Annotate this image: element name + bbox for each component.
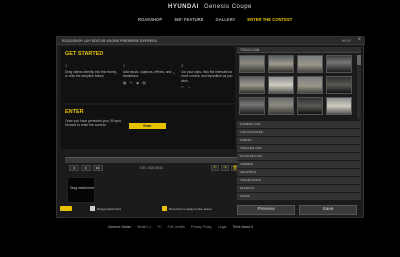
enter-button[interactable]: Enter	[129, 123, 166, 129]
media-tools-icon: ▦ ✎ ◆ ▤	[123, 80, 147, 85]
step-2: 2 Add music, captions, effects, and tran…	[123, 63, 177, 85]
step-text: Drag videos directly into this frame or …	[65, 70, 116, 79]
category-scenic[interactable]: SCENIC	[237, 136, 361, 144]
nav-roadshop[interactable]: ROADSHOP	[132, 17, 168, 22]
get-started-heading: GET STARTED	[65, 51, 104, 57]
category-camera-car[interactable]: CAMERA CAR	[237, 120, 361, 128]
step-1: 1 Drag videos directly into this frame o…	[65, 63, 119, 79]
toggle-switch[interactable]	[60, 206, 72, 211]
apply-all-checkbox[interactable]	[162, 206, 167, 211]
nav-enter-contest[interactable]: ENTER THE CONTEST	[241, 17, 298, 22]
product-checkbox-label: Drag product here	[97, 207, 122, 211]
editor-status-bar: Drag product here Drop here to apply to …	[60, 204, 260, 214]
footer-link[interactable]: TC	[157, 225, 162, 229]
clip-thumbnail[interactable]	[297, 76, 323, 94]
undo-icon[interactable]: ↶	[211, 165, 219, 171]
clip-thumbnail[interactable]	[326, 76, 352, 94]
hyundai-logo: HYUNDAI	[168, 4, 199, 10]
close-icon[interactable]: ×	[357, 37, 361, 44]
brand-logo[interactable]: HYUNDAI Genesis Coupe	[168, 4, 252, 10]
site-header: HYUNDAI Genesis Coupe ROADSHOP 360° FEAT…	[0, 0, 400, 36]
clip-thumbnail[interactable]	[239, 55, 265, 73]
footer-link[interactable]: Model L1	[137, 225, 151, 229]
category-graphics[interactable]: GRAPHICS	[237, 168, 361, 176]
clip-thumbnail[interactable]	[239, 97, 265, 115]
forward-button[interactable]: ▸▸	[93, 165, 103, 171]
brand-model: Genesis Coupe	[204, 4, 252, 10]
timeline-tools: ↶ ↷ 🗑	[211, 165, 239, 171]
apply-all-label: Drop here to apply to ALL scene	[169, 207, 212, 211]
clip-thumbnail[interactable]	[326, 55, 352, 73]
clip-thumbnail[interactable]	[268, 97, 294, 115]
category-list: CAMERA CAR CAR MOUNTED SCENIC TRIGGER CA…	[237, 120, 361, 200]
clip-thumbnail[interactable]	[297, 97, 323, 115]
clip-thumbnail[interactable]	[268, 55, 294, 73]
step-text: Add music, captions, effects, and transi…	[123, 70, 172, 79]
drop-media-label: Drag media here	[70, 186, 94, 190]
footer-link[interactable]: Privacy Policy	[191, 225, 212, 229]
scissors-icon: ✂ ↔	[181, 85, 193, 90]
step-3: 3 Cut your clips, trick the intervals fo…	[181, 63, 235, 89]
category-car-mounted[interactable]: CAR MOUNTED	[237, 128, 361, 136]
footer-genesis-sedan[interactable]: Genesis Sedan	[108, 225, 131, 229]
top-nav: ROADSHOP 360° FEATURE GALLERY ENTER THE …	[132, 17, 298, 22]
step-number: 2	[123, 63, 126, 68]
clip-thumbnail[interactable]	[297, 55, 323, 73]
timecode: 7:00 / 0:00:30:00	[139, 166, 163, 170]
play-button[interactable]: ▸	[81, 165, 91, 171]
product-checkbox[interactable]	[90, 206, 95, 211]
arrow-right-icon: ›	[173, 71, 175, 77]
category-effects[interactable]: EFFECTS	[237, 184, 361, 192]
step-text: Cut your clips, trick the intervals for …	[181, 70, 233, 83]
clip-thumbnail[interactable]	[326, 97, 352, 115]
clip-thumbnail[interactable]	[268, 76, 294, 94]
rewind-button[interactable]: ◂	[69, 165, 79, 171]
help-link[interactable]: HELP	[342, 39, 351, 43]
category-music[interactable]: MUSIC	[237, 192, 361, 200]
panel-tab[interactable]: TRACK DAB	[237, 47, 361, 53]
media-drop-zone[interactable]: Drag media here	[67, 177, 95, 203]
footer-tagline: Think About It	[232, 225, 254, 229]
get-started-section: GET STARTED 1 Drag videos directly into …	[61, 47, 235, 103]
footer-link[interactable]: Legal	[218, 225, 226, 229]
enter-text: Once you have perfected your 30 spot, hi…	[65, 119, 122, 128]
save-button[interactable]: Save	[299, 205, 357, 215]
enter-heading: ENTER	[65, 109, 84, 115]
scroll-thumb[interactable]	[357, 55, 361, 65]
category-trigger-car[interactable]: TRIGGER CAR	[237, 144, 361, 152]
media-library-panel: TRACK DAB CAMERA CAR CAR MOUNTED SCENIC …	[237, 47, 361, 200]
editor-title: ROADSHOP LAP EDITOR ADOBE PREMIERE EXPRE…	[62, 38, 157, 43]
video-editor-window: ROADSHOP LAP EDITOR ADOBE PREMIERE EXPRE…	[56, 36, 365, 218]
redo-icon[interactable]: ↷	[221, 165, 229, 171]
category-ambient[interactable]: AMBIENT	[237, 160, 361, 168]
footer-link[interactable]: Full Credits	[168, 225, 185, 229]
nav-gallery[interactable]: GALLERY	[210, 17, 242, 22]
editor-main: GET STARTED 1 Drag videos directly into …	[61, 47, 239, 203]
step-number: 1	[65, 63, 68, 68]
arrow-right-icon: ›	[115, 71, 117, 77]
timeline-track[interactable]	[65, 157, 239, 163]
nav-360-feature[interactable]: 360° FEATURE	[168, 17, 209, 22]
clip-thumbnail[interactable]	[239, 76, 265, 94]
category-slow-motion[interactable]: SLOW MOTION	[237, 152, 361, 160]
thumbnail-scrollbar[interactable]	[357, 55, 361, 119]
enter-section: ENTER Once you have perfected your 30 sp…	[61, 105, 235, 149]
editor-title-bar: ROADSHOP LAP EDITOR ADOBE PREMIERE EXPRE…	[57, 37, 365, 45]
clip-thumbnails	[239, 55, 355, 117]
timeline-controls: ◂ ▸ ▸▸ 7:00 / 0:00:30:00 ↶ ↷ 🗑	[65, 165, 239, 173]
category-transitions[interactable]: TRANSITIONS	[237, 176, 361, 184]
site-footer: Genesis Sedan Model L1 TC Full Credits P…	[108, 225, 253, 229]
panel-tab-label: TRACK DAB	[240, 48, 260, 52]
step-number: 3	[181, 63, 184, 68]
